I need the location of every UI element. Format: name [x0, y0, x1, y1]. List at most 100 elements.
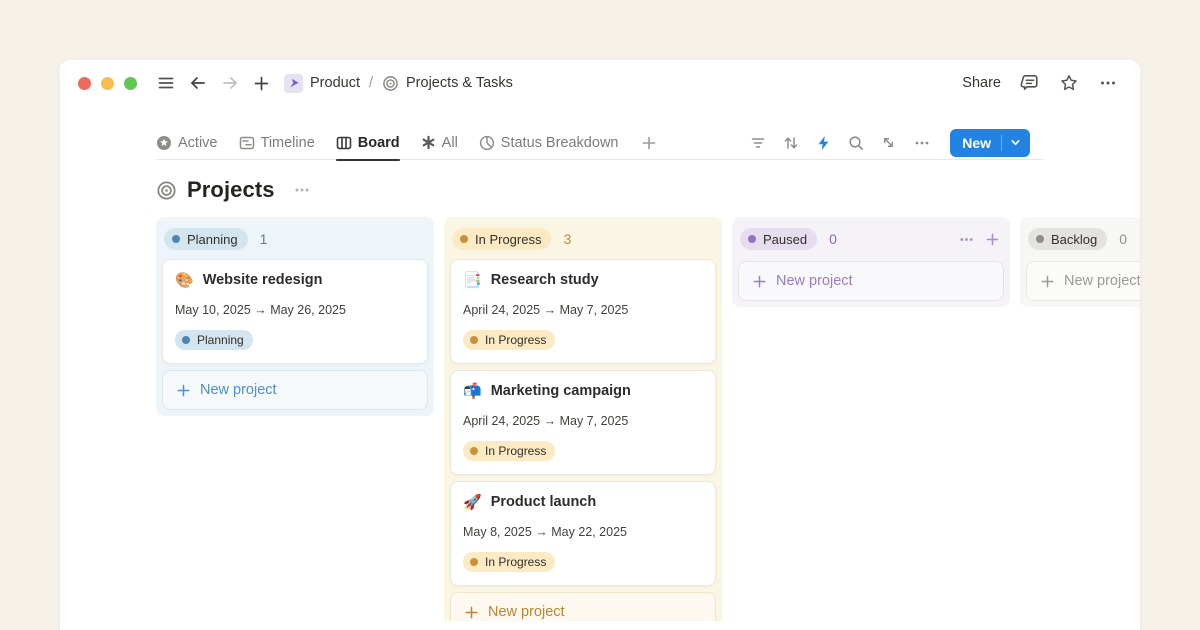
card-emoji-icon: 📬: [463, 384, 482, 399]
card-status-badge[interactable]: In Progress: [463, 330, 555, 350]
project-card[interactable]: 🚀 Product launch May 8, 2025 → May 22, 202…: [450, 481, 716, 586]
board-column: Backlog0 New project: [1020, 217, 1140, 307]
status-dot: [470, 336, 478, 344]
project-card[interactable]: 🎨Website redesignMay 10, 2025 → May 26, …: [162, 259, 428, 364]
card-title: Website redesign: [203, 272, 323, 288]
column-count: 0: [829, 231, 837, 247]
status-label: In Progress: [485, 333, 546, 347]
tab-all[interactable]: All: [421, 126, 458, 160]
board-column: Planning1🎨Website redesignMay 10, 2025 →…: [156, 217, 434, 416]
automation-lightning-icon[interactable]: [816, 135, 831, 151]
view-more-icon[interactable]: [913, 134, 931, 152]
card-emoji-icon: 🚀: [463, 495, 482, 510]
favorite-star-icon[interactable]: [1059, 73, 1079, 93]
column-more-icon[interactable]: [958, 231, 975, 248]
new-tab-plus-icon[interactable]: [253, 75, 270, 92]
column-cards: 📑Research studyApril 24, 2025 → May 7, 2…: [450, 259, 716, 586]
breadcrumb-separator: /: [369, 75, 373, 91]
target-icon: [382, 75, 399, 92]
status-label: Planning: [197, 333, 244, 347]
expand-diagonal-icon[interactable]: [881, 135, 896, 150]
column-status-pill[interactable]: In Progress: [452, 228, 551, 250]
sort-icon[interactable]: [783, 135, 799, 151]
plus-icon: [1040, 274, 1055, 289]
new-button[interactable]: New: [950, 129, 1030, 157]
title-more-icon[interactable]: [293, 181, 311, 199]
timeline-icon: [239, 135, 255, 151]
status-dot: [470, 558, 478, 566]
card-status-badge[interactable]: In Progress: [463, 552, 555, 572]
card-title-row: 🎨 Website redesign: [175, 272, 415, 288]
column-header: In Progress 3: [450, 223, 716, 255]
new-button-label: New: [950, 135, 1001, 151]
more-options-icon[interactable]: [1098, 73, 1118, 93]
hamburger-menu-icon[interactable]: [157, 74, 175, 92]
new-project-label: New project: [200, 382, 277, 398]
column-actions: [958, 231, 1000, 248]
project-card[interactable]: 📑Research studyApril 24, 2025 → May 7, 2…: [450, 259, 716, 364]
breadcrumb-workspace[interactable]: Product: [310, 75, 360, 91]
forward-arrow-icon[interactable]: [221, 74, 239, 92]
card-title-row: 🚀 Product launch: [463, 494, 703, 510]
column-header: Backlog0: [1026, 223, 1140, 255]
asterisk-icon: [421, 135, 436, 150]
card-status-badge[interactable]: Planning: [175, 330, 253, 350]
plus-icon: [752, 274, 767, 289]
plus-icon: [464, 605, 479, 620]
card-title: Marketing campaign: [491, 383, 631, 399]
card-dates: May 8, 2025 → May 22, 2025: [463, 525, 703, 539]
pie-chart-icon: [479, 135, 495, 151]
column-header: Paused 0: [738, 223, 1004, 255]
status-label: In Progress: [475, 232, 541, 247]
tab-status-breakdown[interactable]: Status Breakdown: [479, 126, 619, 160]
status-dot: [460, 235, 468, 243]
card-emoji-icon: 📑: [463, 273, 482, 288]
close-window-button[interactable]: [78, 77, 91, 90]
page-header: Projects: [156, 174, 1044, 206]
maximize-window-button[interactable]: [124, 77, 137, 90]
status-dot: [748, 235, 756, 243]
back-arrow-icon[interactable]: [189, 74, 207, 92]
column-status-pill[interactable]: Backlog: [1028, 228, 1107, 250]
card-emoji-icon: 🎨: [175, 273, 194, 288]
column-header: Planning1: [162, 223, 428, 255]
titlebar: Product / Projects & Tasks Share: [60, 60, 1140, 106]
add-view-icon[interactable]: [641, 135, 657, 151]
board-column: In Progress 3 📑Research studyApril 24, 202…: [444, 217, 722, 621]
status-label: Backlog: [1051, 232, 1097, 247]
chevron-down-icon[interactable]: [1002, 137, 1030, 148]
card-title: Product launch: [491, 494, 597, 510]
workspace-arrow-icon[interactable]: [284, 74, 303, 93]
status-label: In Progress: [485, 444, 546, 458]
search-icon[interactable]: [848, 135, 864, 151]
comments-icon[interactable]: [1020, 73, 1040, 93]
new-project-label: New project: [1064, 273, 1140, 289]
column-status-pill[interactable]: Paused: [740, 228, 817, 250]
column-status-pill[interactable]: Planning: [164, 228, 248, 250]
tab-board[interactable]: Board: [336, 126, 400, 160]
minimize-window-button[interactable]: [101, 77, 114, 90]
share-button[interactable]: Share: [962, 75, 1001, 91]
plus-icon: [176, 383, 191, 398]
card-status-badge[interactable]: In Progress: [463, 441, 555, 461]
new-project-button[interactable]: New project: [450, 592, 716, 621]
page-title: Projects: [187, 177, 275, 203]
new-project-label: New project: [776, 273, 853, 289]
filter-icon[interactable]: [750, 135, 766, 151]
board-columns: Planning1🎨Website redesignMay 10, 2025 →…: [156, 217, 1140, 621]
tab-active[interactable]: Active: [156, 126, 218, 160]
breadcrumb-page[interactable]: Projects & Tasks: [406, 75, 513, 91]
column-count: 3: [563, 231, 571, 247]
tab-timeline[interactable]: Timeline: [239, 126, 315, 160]
new-project-button[interactable]: New project: [738, 261, 1004, 301]
status-dot: [470, 447, 478, 455]
view-tab-bar: Active Timeline Board All: [156, 126, 1044, 160]
board-icon: [336, 135, 352, 151]
project-card[interactable]: 📬Marketing campaignApril 24, 2025 → May …: [450, 370, 716, 475]
status-label: In Progress: [485, 555, 546, 569]
card-title-row: 📑Research study: [463, 272, 703, 288]
status-dot: [172, 235, 180, 243]
column-add-icon[interactable]: [985, 232, 1000, 247]
new-project-button[interactable]: New project: [1026, 261, 1140, 301]
new-project-button[interactable]: New project: [162, 370, 428, 410]
